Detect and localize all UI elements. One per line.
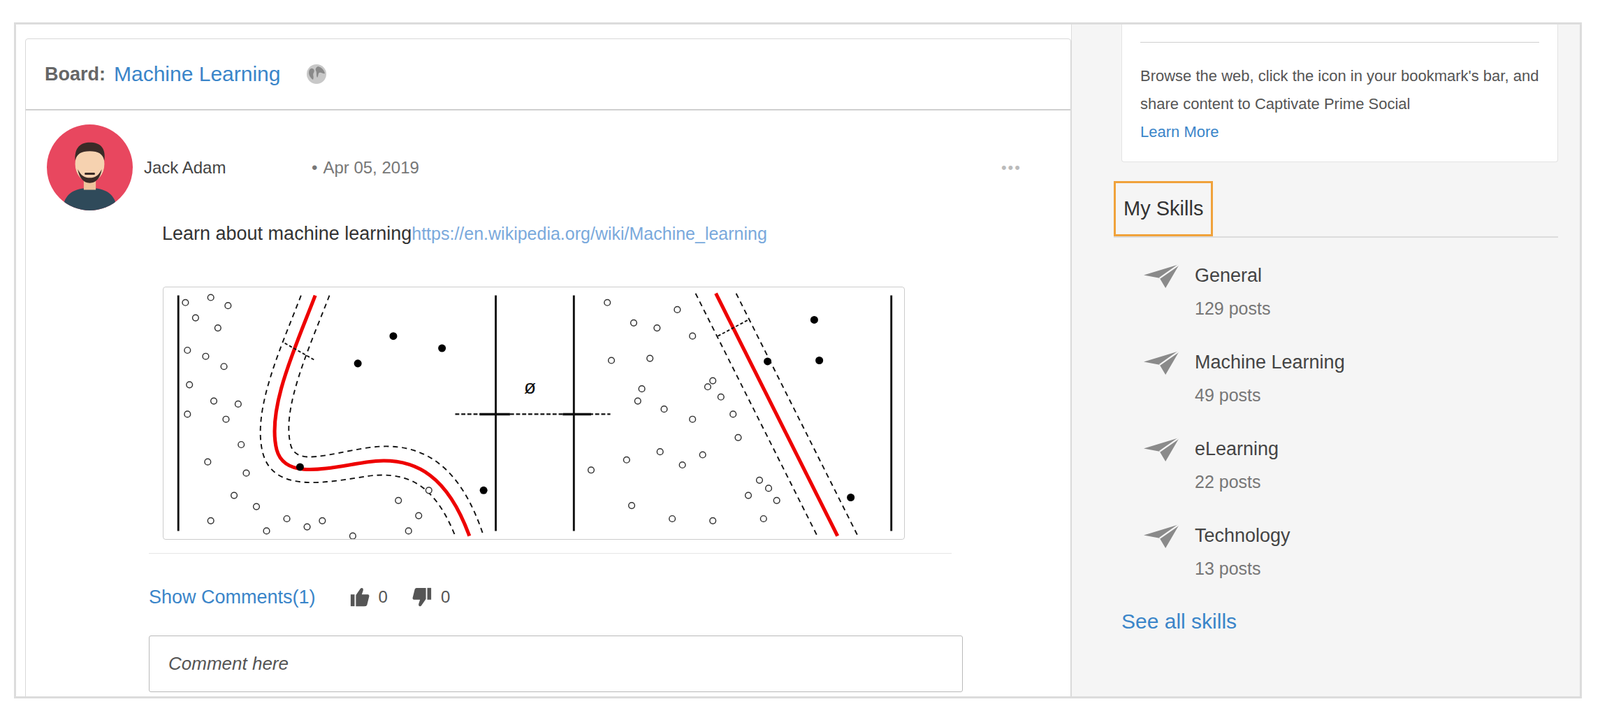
board-label: Board: (44, 63, 106, 86)
skill-info: eLearning 22 posts (1194, 435, 1279, 494)
bookmarklet-card: Browse the web, click the icon in your b… (1121, 24, 1559, 163)
comment-input[interactable] (148, 635, 963, 692)
skill-count: 129 posts (1194, 296, 1271, 320)
bookmarklet-text: Browse the web, click the icon in your b… (1140, 62, 1540, 119)
skill-count: 13 posts (1194, 556, 1291, 580)
svm-diagram-icon (163, 287, 905, 539)
skills-section: My Skills General 129 posts Machine Learnin… (1113, 180, 1559, 634)
author-name[interactable]: Jack Adam (143, 157, 312, 178)
skills-title-frame: My Skills (1113, 180, 1213, 237)
post-menu[interactable]: ••• (1001, 158, 1022, 177)
skill-list: General 129 posts Machine Learning 49 posts… (1113, 237, 1559, 580)
skills-header: My Skills (1113, 180, 1559, 238)
post-image[interactable]: ø (162, 286, 905, 540)
dislike-count: 0 (440, 586, 450, 607)
dislike-group: 0 (411, 586, 450, 608)
skill-item[interactable]: General 129 posts (1113, 262, 1559, 320)
paper-plane-icon (1143, 524, 1180, 548)
skill-name[interactable]: Machine Learning (1194, 349, 1345, 375)
globe-icon (304, 62, 329, 86)
post-actions: Show Comments(1) 0 0 (148, 582, 1001, 611)
meta-separator: • (311, 157, 318, 178)
page-frame: Board: Machine Learning Jack Adam•Apr 05, … (13, 22, 1582, 698)
thumbs-up-icon[interactable] (349, 586, 371, 608)
skill-info: Machine Learning 49 posts (1194, 349, 1345, 407)
post-meta: •Apr 05, 2019 (311, 157, 1002, 178)
like-group: 0 (349, 586, 388, 608)
main-column: Board: Machine Learning Jack Adam•Apr 05, … (16, 24, 1072, 696)
show-comments-link[interactable]: Show Comments(1) (148, 586, 316, 608)
post-link[interactable]: https://en.wikipedia.org/wiki/Machine_le… (411, 220, 768, 246)
avatar-icon[interactable] (46, 124, 133, 211)
see-all-skills-link[interactable]: See all skills (1113, 609, 1559, 634)
skill-item[interactable]: Technology 13 posts (1113, 522, 1559, 580)
skill-count: 22 posts (1194, 469, 1279, 494)
skill-info: General 129 posts (1194, 262, 1271, 320)
skill-item[interactable]: eLearning 22 posts (1113, 435, 1559, 494)
image-label: ø (524, 376, 536, 398)
sidebar: Browse the web, click the icon in your b… (1071, 24, 1580, 696)
board-header: Board: Machine Learning (25, 39, 1071, 111)
skill-count: 49 posts (1194, 382, 1345, 407)
thumbs-down-icon[interactable] (411, 586, 433, 608)
post-text: Learn about machine learninghttps://en.w… (162, 220, 1001, 246)
paper-plane-icon (1143, 350, 1180, 375)
paper-plane-icon (1143, 437, 1180, 462)
board-link[interactable]: Machine Learning (113, 62, 281, 86)
post-message: Learn about machine learning (162, 220, 412, 246)
skill-name[interactable]: General (1194, 262, 1271, 288)
post-card: Board: Machine Learning Jack Adam•Apr 05, … (25, 38, 1072, 698)
learn-more-link[interactable]: Learn More (1140, 118, 1540, 147)
skill-name[interactable]: eLearning (1194, 435, 1279, 462)
like-count: 0 (378, 586, 388, 607)
skill-item[interactable]: Machine Learning 49 posts (1113, 349, 1559, 407)
post-separator (148, 552, 952, 554)
skill-info: Technology 13 posts (1194, 522, 1291, 580)
post-body: Learn about machine learninghttps://en.w… (25, 220, 1071, 692)
post-date: Apr 05, 2019 (322, 157, 419, 178)
post-header: Jack Adam•Apr 05, 2019••• (25, 110, 1071, 211)
paper-plane-icon (1143, 264, 1180, 288)
skills-title: My Skills (1113, 180, 1213, 237)
skill-name[interactable]: Technology (1194, 522, 1291, 548)
card-divider (1140, 41, 1540, 43)
